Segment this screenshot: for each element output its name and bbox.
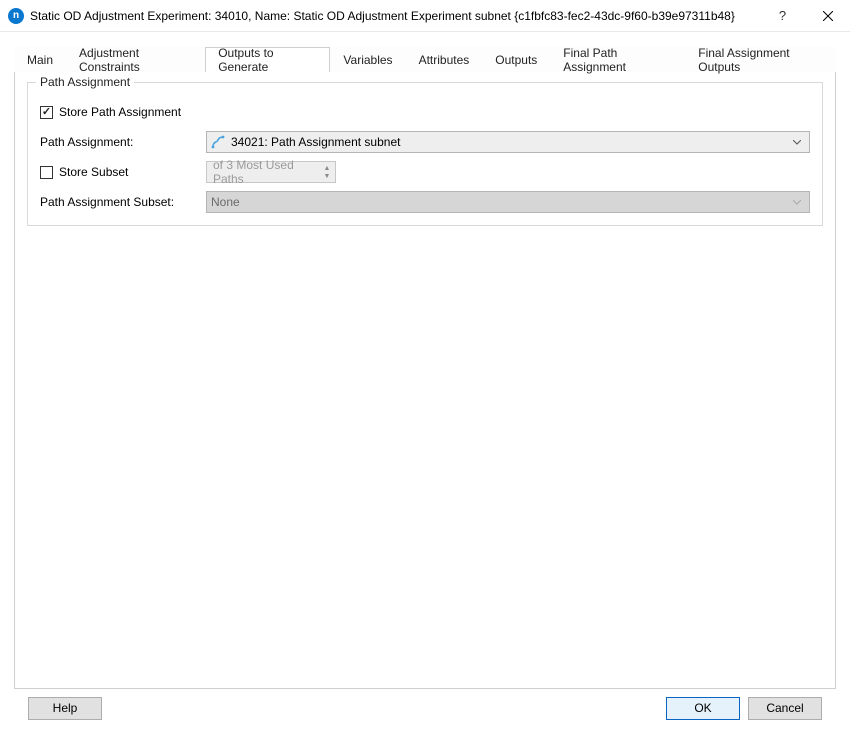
app-icon-letter: n bbox=[13, 10, 19, 21]
close-icon bbox=[823, 11, 833, 21]
tab-label: Variables bbox=[343, 53, 392, 67]
store-path-assignment-checkbox[interactable] bbox=[40, 106, 53, 119]
tab-label: Final Path Assignment bbox=[563, 46, 672, 74]
footer: Help OK Cancel bbox=[14, 689, 836, 731]
tab-attributes[interactable]: Attributes bbox=[406, 47, 483, 72]
tabstrip: Main Adjustment Constraints Outputs to G… bbox=[14, 46, 836, 72]
tab-outputs[interactable]: Outputs bbox=[482, 47, 550, 72]
spinner-text: of 3 Most Used Paths bbox=[213, 158, 317, 186]
tab-content: Path Assignment Store Path Assignment Pa… bbox=[14, 72, 836, 689]
tab-label: Final Assignment Outputs bbox=[698, 46, 823, 74]
tab-label: Adjustment Constraints bbox=[79, 46, 192, 74]
tab-label: Main bbox=[27, 53, 53, 67]
ok-label: OK bbox=[694, 701, 711, 715]
path-assignment-value: 34021: Path Assignment subnet bbox=[231, 135, 783, 149]
subset-count-spinner: of 3 Most Used Paths ▲ ▼ bbox=[206, 161, 336, 183]
tab-label: Outputs bbox=[495, 53, 537, 67]
question-icon: ? bbox=[779, 8, 786, 23]
store-subset-label: Store Subset bbox=[59, 165, 128, 179]
content-area: Main Adjustment Constraints Outputs to G… bbox=[0, 32, 850, 739]
tab-variables[interactable]: Variables bbox=[330, 47, 405, 72]
help-button-footer[interactable]: Help bbox=[28, 697, 102, 720]
store-subset-checkbox[interactable] bbox=[40, 166, 53, 179]
route-icon bbox=[211, 135, 225, 149]
cancel-button[interactable]: Cancel bbox=[748, 697, 822, 720]
subset-combo-label: Path Assignment Subset: bbox=[40, 195, 174, 209]
cancel-label: Cancel bbox=[766, 701, 803, 715]
help-label: Help bbox=[53, 701, 78, 715]
path-assignment-combo[interactable]: 34021: Path Assignment subnet bbox=[206, 131, 810, 153]
tab-final-path-assignment[interactable]: Final Path Assignment bbox=[550, 47, 685, 72]
store-path-assignment-label: Store Path Assignment bbox=[59, 105, 181, 119]
chevron-down-icon bbox=[789, 200, 805, 205]
tab-label: Attributes bbox=[419, 53, 470, 67]
group-legend: Path Assignment bbox=[36, 75, 134, 89]
chevron-down-icon bbox=[789, 140, 805, 145]
tab-label: Outputs to Generate bbox=[218, 46, 317, 74]
titlebar: n Static OD Adjustment Experiment: 34010… bbox=[0, 0, 850, 32]
path-assignment-subset-combo: None bbox=[206, 191, 810, 213]
spinner-buttons: ▲ ▼ bbox=[321, 163, 333, 181]
path-assignment-label: Path Assignment: bbox=[40, 135, 133, 149]
help-button[interactable]: ? bbox=[760, 1, 805, 31]
tab-adjustment-constraints[interactable]: Adjustment Constraints bbox=[66, 47, 205, 72]
chevron-up-icon: ▲ bbox=[321, 164, 333, 172]
close-button[interactable] bbox=[805, 1, 850, 31]
ok-button[interactable]: OK bbox=[666, 697, 740, 720]
tab-main[interactable]: Main bbox=[14, 47, 66, 72]
tab-outputs-to-generate[interactable]: Outputs to Generate bbox=[205, 47, 330, 72]
tab-final-assignment-outputs[interactable]: Final Assignment Outputs bbox=[685, 47, 836, 72]
subset-combo-value: None bbox=[211, 195, 783, 209]
path-assignment-group: Path Assignment Store Path Assignment Pa… bbox=[27, 82, 823, 226]
chevron-down-icon: ▼ bbox=[321, 172, 333, 180]
app-icon: n bbox=[8, 8, 24, 24]
window-title: Static OD Adjustment Experiment: 34010, … bbox=[30, 9, 760, 23]
